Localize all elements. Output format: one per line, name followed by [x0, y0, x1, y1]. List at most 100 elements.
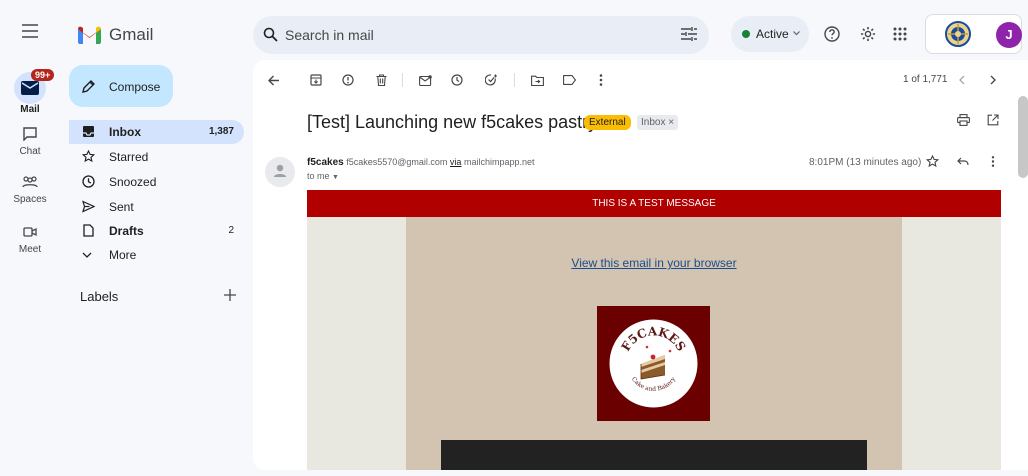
sidebar-label-more: More	[109, 248, 137, 262]
brand-logo-box: F5CAKES Cake and Bakery	[597, 306, 710, 421]
move-to-button[interactable]	[527, 70, 547, 90]
sidebar-item-inbox[interactable]: Inbox 1,387	[69, 120, 244, 144]
rail-item-chat[interactable]: Chat	[0, 122, 60, 157]
rail-item-meet[interactable]: Meet	[0, 220, 60, 255]
toolbar-divider	[514, 73, 515, 87]
newsletter-panel: View this email in your browser F5CAKES …	[406, 217, 902, 470]
trash-icon	[376, 74, 386, 86]
add-task-icon	[484, 74, 497, 86]
settings-button[interactable]	[860, 26, 876, 42]
more-actions-button[interactable]	[591, 70, 611, 90]
rail-item-spaces[interactable]: Spaces	[0, 170, 60, 205]
chevron-down-icon	[793, 31, 800, 36]
account-avatar[interactable]: J	[996, 22, 1022, 48]
recipient-text: to me	[307, 171, 330, 181]
inbox-icon	[83, 126, 94, 137]
chat-rail-icon-wrap	[14, 122, 46, 146]
via-domain: mailchimpapp.net	[463, 157, 535, 167]
compose-button[interactable]: Compose	[69, 65, 173, 107]
send-icon	[82, 200, 95, 213]
sidebar-item-more[interactable]: More	[69, 243, 244, 267]
pagination-text: 1 of 1,771	[903, 74, 948, 85]
report-spam-button[interactable]	[338, 70, 358, 90]
mark-unread-button[interactable]	[415, 70, 435, 90]
sender-name[interactable]: f5cakes	[307, 157, 344, 168]
sidebar-item-sent[interactable]: Sent	[69, 195, 244, 219]
star-button[interactable]	[926, 155, 939, 168]
status-selector[interactable]: Active	[731, 16, 809, 52]
search-input[interactable]	[285, 24, 645, 46]
sidebar-label-starred: Starred	[109, 150, 149, 164]
caret-down-icon: ▼	[332, 174, 339, 181]
inbox-count: 1,387	[208, 126, 234, 137]
add-to-tasks-button[interactable]	[481, 70, 501, 90]
chevron-left-icon	[959, 75, 965, 85]
sidebar-label-drafts: Drafts	[109, 224, 144, 238]
sender-avatar[interactable]	[265, 157, 295, 187]
sender-email: f5cakes5570@gmail.com	[346, 157, 448, 167]
print-button[interactable]	[957, 114, 970, 126]
person-icon	[274, 164, 286, 177]
sidebar-item-snoozed[interactable]: Snoozed	[69, 170, 244, 194]
clock-icon	[82, 175, 95, 188]
via-link[interactable]: via	[450, 157, 462, 167]
compose-label: Compose	[109, 80, 161, 94]
sidebar-item-drafts[interactable]: Drafts 2	[69, 219, 244, 243]
snooze-button[interactable]	[447, 70, 467, 90]
reply-button[interactable]	[957, 157, 969, 166]
toolbar-divider	[402, 73, 403, 87]
main-menu-button[interactable]	[22, 24, 38, 38]
search-options-icon[interactable]	[681, 27, 697, 42]
recipient-dropdown[interactable]: to me ▼	[307, 171, 339, 181]
reply-icon	[957, 157, 969, 166]
labels-heading: Labels	[80, 289, 119, 304]
rail-label-spaces: Spaces	[13, 194, 47, 205]
account-initial: J	[1005, 27, 1013, 42]
help-icon	[824, 26, 840, 42]
move-folder-icon	[530, 75, 544, 86]
search-bar[interactable]	[253, 16, 709, 54]
clock-icon	[451, 74, 463, 86]
message-more-button[interactable]	[991, 156, 995, 167]
pencil-icon	[82, 80, 95, 93]
sidebar-label-sent: Sent	[109, 200, 134, 214]
help-button[interactable]	[824, 26, 840, 42]
meet-rail-icon-wrap	[14, 220, 46, 244]
arrow-left-icon	[268, 75, 279, 85]
delete-button[interactable]	[371, 70, 391, 90]
chevron-right-icon	[990, 75, 996, 85]
more-vertical-icon	[599, 74, 603, 86]
sidebar-label-inbox: Inbox	[109, 125, 141, 139]
inbox-tag[interactable]: Inbox ×	[637, 115, 679, 130]
plus-icon	[224, 289, 236, 301]
email-view: 1 of 1,771 [Test] Launching new f5cakes …	[253, 60, 1028, 470]
create-label-button[interactable]	[224, 289, 236, 301]
star-icon	[82, 150, 95, 163]
spaces-rail-icon-wrap	[14, 170, 46, 194]
open-external-icon	[987, 114, 999, 126]
archive-button[interactable]	[306, 70, 326, 90]
sidebar-item-starred[interactable]: Starred	[69, 145, 244, 169]
sidebar-label-snoozed: Snoozed	[109, 175, 157, 189]
status-dot	[742, 30, 750, 38]
f5cakes-logo: F5CAKES Cake and Bakery	[609, 319, 698, 408]
rail-item-mail[interactable]: 99+ Mail	[0, 69, 60, 115]
sender-line: f5cakes f5cakes5570@gmail.com via mailch…	[307, 157, 535, 168]
labels-button[interactable]	[559, 70, 579, 90]
hamburger-icon	[22, 24, 38, 38]
open-new-window-button[interactable]	[987, 114, 999, 126]
mail-badge: 99+	[31, 69, 55, 81]
mail-rail-icon-wrap: 99+	[14, 69, 55, 104]
apps-button[interactable]	[893, 27, 907, 41]
scrollbar[interactable]	[1018, 96, 1028, 178]
star-icon	[926, 155, 939, 168]
older-button[interactable]	[983, 70, 1003, 90]
search-icon[interactable]	[263, 27, 278, 42]
newer-button[interactable]	[952, 70, 972, 90]
gmail-logo[interactable]: Gmail	[78, 25, 153, 45]
draft-icon	[83, 224, 94, 237]
app-name: Gmail	[109, 25, 154, 44]
view-in-browser-link[interactable]: View this email in your browser	[406, 256, 902, 270]
back-button[interactable]	[264, 70, 284, 90]
organization-account-box[interactable]: J	[925, 14, 1022, 54]
